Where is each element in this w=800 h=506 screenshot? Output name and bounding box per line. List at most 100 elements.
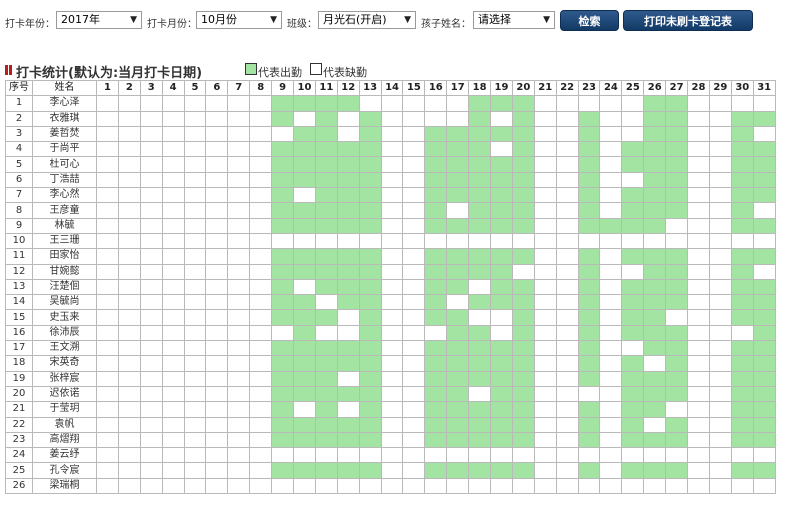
attendance-cell-present bbox=[577, 202, 601, 219]
attendance-cell-absent bbox=[117, 217, 141, 234]
attendance-cell-present bbox=[293, 370, 316, 387]
attendance-cell-present bbox=[490, 385, 513, 403]
attendance-cell-absent bbox=[402, 385, 426, 403]
attendance-cell-present bbox=[271, 187, 295, 204]
attendance-cell-present bbox=[730, 294, 754, 311]
attendance-cell-present bbox=[271, 309, 295, 326]
attendance-cell-absent bbox=[96, 278, 119, 296]
attendance-cell-absent bbox=[402, 294, 426, 311]
attendance-cell-absent bbox=[555, 385, 579, 403]
attendance-cell-present bbox=[293, 156, 316, 173]
attendance-cell-absent bbox=[336, 309, 360, 326]
table-row: 17 王文溯 bbox=[5, 340, 776, 357]
attendance-cell-present bbox=[468, 416, 492, 433]
attendance-cell-absent bbox=[687, 477, 710, 495]
print-unswiped-button[interactable]: 打印未刷卡登记表 bbox=[623, 10, 753, 31]
attendance-cell-present bbox=[358, 110, 382, 127]
attendance-cell-present bbox=[424, 156, 448, 173]
attendance-cell-absent bbox=[708, 156, 732, 173]
attendance-cell-present bbox=[643, 309, 667, 326]
attendance-cell-present bbox=[358, 340, 382, 357]
attendance-cell-present bbox=[358, 370, 382, 387]
attendance-cell-absent bbox=[446, 110, 470, 127]
attendance-cell-absent bbox=[183, 278, 207, 296]
day-column-header: 2 bbox=[117, 79, 141, 97]
attendance-cell-absent bbox=[161, 462, 185, 479]
attendance-cell-present bbox=[336, 95, 360, 112]
attendance-cell-absent bbox=[446, 477, 470, 495]
attendance-cell-present bbox=[446, 385, 470, 403]
attendance-cell-present bbox=[665, 416, 689, 433]
row-index: 15 bbox=[5, 309, 33, 326]
attendance-cell-present bbox=[358, 294, 382, 311]
attendance-cell-absent bbox=[117, 309, 141, 326]
table-row: 25 孔令宸 bbox=[5, 462, 776, 479]
attendance-cell-absent bbox=[687, 156, 710, 173]
attendance-cell-absent bbox=[402, 217, 426, 234]
attendance-cell-present bbox=[621, 217, 645, 234]
attendance-cell-absent bbox=[730, 95, 754, 112]
child-name: 田家怡 bbox=[32, 248, 97, 265]
attendance-cell-absent bbox=[380, 156, 404, 173]
attendance-cell-present bbox=[314, 309, 338, 326]
class-select[interactable]: 月光石(开启) ▼ bbox=[318, 11, 416, 29]
day-column-header: 20 bbox=[511, 79, 535, 97]
attendance-cell-present bbox=[665, 385, 689, 403]
month-select[interactable]: 10月份 ▼ bbox=[196, 11, 282, 29]
attendance-cell-absent bbox=[380, 401, 404, 418]
attendance-cell-present bbox=[511, 187, 535, 204]
attendance-cell-absent bbox=[708, 340, 732, 357]
search-button[interactable]: 检索 bbox=[560, 10, 619, 31]
attendance-cell-absent bbox=[687, 385, 710, 403]
attendance-cell-absent bbox=[117, 202, 141, 219]
attendance-cell-absent bbox=[161, 263, 185, 280]
attendance-cell-absent bbox=[402, 141, 426, 158]
attendance-cell-present bbox=[314, 141, 338, 158]
attendance-cell-present bbox=[490, 125, 513, 143]
attendance-cell-present bbox=[468, 340, 492, 357]
child-name: 杜可心 bbox=[32, 156, 97, 173]
attendance-cell-absent bbox=[205, 477, 229, 495]
month-select-value: 10月份 bbox=[201, 13, 237, 26]
child-name: 汪楚佪 bbox=[32, 278, 97, 296]
attendance-cell-present bbox=[730, 370, 754, 387]
attendance-cell-absent bbox=[227, 294, 251, 311]
attendance-cell-present bbox=[314, 202, 338, 219]
attendance-cell-absent bbox=[380, 263, 404, 280]
row-index: 14 bbox=[5, 294, 33, 311]
attendance-cell-absent bbox=[380, 447, 404, 464]
attendance-cell-absent bbox=[687, 171, 710, 189]
attendance-cell-present bbox=[490, 248, 513, 265]
attendance-cell-absent bbox=[249, 217, 273, 234]
attendance-cell-present bbox=[336, 141, 360, 158]
attendance-cell-present bbox=[424, 187, 448, 204]
attendance-cell-absent bbox=[293, 187, 316, 204]
attendance-cell-absent bbox=[490, 110, 513, 127]
attendance-cell-present bbox=[752, 416, 776, 433]
attendance-cell-present bbox=[665, 171, 689, 189]
attendance-cell-present bbox=[511, 431, 535, 449]
attendance-cell-present bbox=[665, 324, 689, 342]
attendance-cell-absent bbox=[205, 187, 229, 204]
attendance-cell-absent bbox=[183, 340, 207, 357]
attendance-cell-present bbox=[665, 156, 689, 173]
attendance-cell-absent bbox=[139, 370, 163, 387]
attendance-cell-absent bbox=[336, 125, 360, 143]
attendance-cell-absent bbox=[752, 202, 776, 219]
attendance-cell-absent bbox=[402, 248, 426, 265]
attendance-cell-absent bbox=[708, 187, 732, 204]
attendance-cell-absent bbox=[577, 95, 601, 112]
attendance-cell-absent bbox=[139, 263, 163, 280]
attendance-cell-present bbox=[643, 263, 667, 280]
attendance-cell-absent bbox=[402, 202, 426, 219]
attendance-cell-absent bbox=[533, 263, 557, 280]
attendance-cell-absent bbox=[117, 431, 141, 449]
attendance-cell-absent bbox=[271, 125, 295, 143]
child-select[interactable]: 请选择 ▼ bbox=[473, 11, 555, 29]
attendance-cell-present bbox=[621, 141, 645, 158]
year-select[interactable]: 2017年 ▼ bbox=[56, 11, 142, 29]
attendance-cell-present bbox=[336, 187, 360, 204]
child-name: 徐沛辰 bbox=[32, 324, 97, 342]
attendance-cell-absent bbox=[621, 340, 645, 357]
attendance-cell-absent bbox=[665, 232, 689, 250]
